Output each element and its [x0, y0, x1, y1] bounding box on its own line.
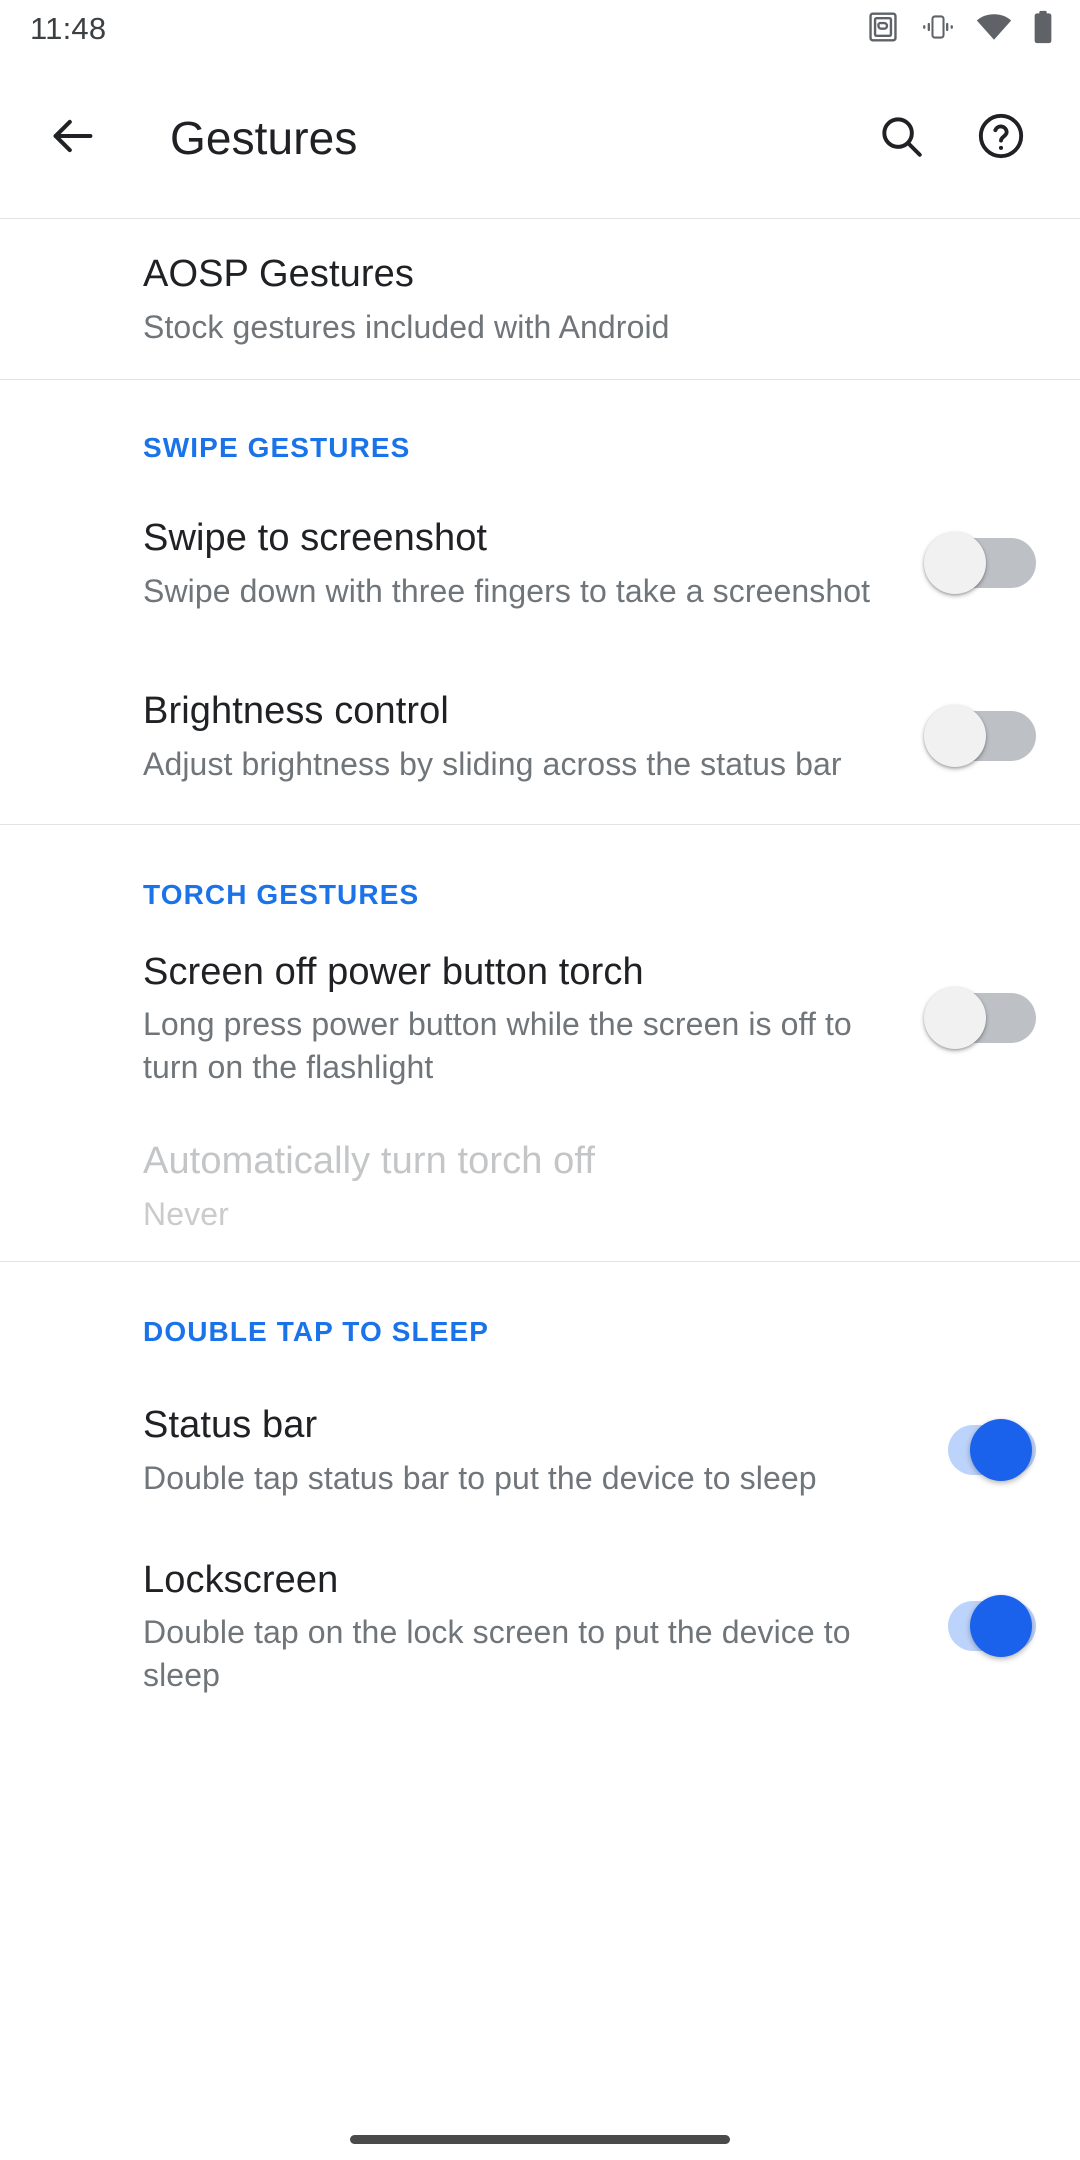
gesture-nav-handle[interactable]: [350, 2135, 730, 2144]
row-subtitle: Long press power button while the screen…: [143, 1006, 852, 1085]
list-item-status-bar[interactable]: Status bar Double tap status bar to put …: [0, 1362, 1080, 1538]
row-subtitle: Double tap on the lock screen to put the…: [143, 1614, 851, 1693]
toggle-lockscreen[interactable]: [924, 1589, 1044, 1663]
search-button[interactable]: [862, 99, 940, 177]
row-text: Screen off power button torch Long press…: [0, 948, 924, 1088]
toggle-thumb: [924, 987, 986, 1049]
row-subtitle: Never: [143, 1195, 229, 1232]
list-item-lockscreen[interactable]: Lockscreen Double tap on the lock screen…: [0, 1538, 1080, 1714]
toggle-thumb: [970, 1419, 1032, 1481]
row-text: Automatically turn torch off Never: [0, 1137, 1044, 1235]
toggle-thumb: [924, 532, 986, 594]
row-text: Lockscreen Double tap on the lock screen…: [0, 1556, 924, 1696]
list-item-screen-off-power-button-torch[interactable]: Screen off power button torch Long press…: [0, 925, 1080, 1111]
search-icon: [876, 111, 926, 166]
row-title: Screen off power button torch: [143, 951, 644, 994]
toggle-thumb: [970, 1595, 1032, 1657]
page-title: Gestures: [170, 112, 358, 164]
row-text: AOSP Gestures Stock gestures included wi…: [0, 250, 1044, 348]
back-button[interactable]: [36, 101, 110, 175]
row-title: Swipe to screenshot: [143, 517, 488, 560]
status-bar-icons: [866, 10, 1054, 49]
screenshot-icon: [866, 10, 900, 49]
list-item-aosp-gestures[interactable]: AOSP Gestures Stock gestures included wi…: [0, 219, 1080, 379]
help-button[interactable]: [962, 99, 1040, 177]
row-title: Brightness control: [143, 690, 449, 733]
settings-screen: 11:48 Gestures AOSP Gestures Stock gestu…: [0, 0, 1080, 2160]
row-subtitle: Stock gestures included with Android: [143, 308, 670, 345]
row-subtitle: Swipe down with three fingers to take a …: [143, 572, 871, 609]
row-text: Swipe to screenshot Swipe down with thre…: [0, 514, 924, 612]
wifi-icon: [976, 12, 1012, 47]
toggle-screen-off-power-button-torch[interactable]: [924, 981, 1044, 1055]
row-subtitle: Adjust brightness by sliding across the …: [143, 745, 842, 782]
back-arrow-icon: [47, 110, 99, 167]
section-header-torch-gestures: TORCH GESTURES: [143, 879, 420, 910]
toggle-brightness-control[interactable]: [924, 699, 1044, 773]
row-subtitle: Double tap status bar to put the device …: [143, 1459, 817, 1496]
vibrate-icon: [920, 12, 956, 47]
app-bar: Gestures: [0, 58, 1080, 218]
list-item-brightness-control[interactable]: Brightness control Adjust brightness by …: [0, 648, 1080, 824]
section-header-swipe-gestures: SWIPE GESTURES: [143, 432, 411, 463]
row-text: Status bar Double tap status bar to put …: [0, 1401, 924, 1499]
toggle-swipe-to-screenshot[interactable]: [924, 526, 1044, 600]
row-title: Status bar: [143, 1404, 318, 1447]
list-item-automatically-turn-torch-off: Automatically turn torch off Never: [0, 1111, 1080, 1261]
status-bar: 11:48: [0, 0, 1080, 58]
status-bar-clock: 11:48: [30, 11, 107, 46]
row-title: Lockscreen: [143, 1559, 339, 1602]
toggle-status-bar[interactable]: [924, 1413, 1044, 1487]
help-circle-icon: [975, 110, 1027, 167]
list-item-swipe-to-screenshot[interactable]: Swipe to screenshot Swipe down with thre…: [0, 478, 1080, 648]
row-title: Automatically turn torch off: [143, 1140, 595, 1183]
row-title: AOSP Gestures: [143, 253, 414, 296]
section-header-double-tap-to-sleep: DOUBLE TAP TO SLEEP: [143, 1316, 490, 1347]
settings-list: AOSP Gestures Stock gestures included wi…: [0, 219, 1080, 1714]
toggle-thumb: [924, 705, 986, 767]
row-text: Brightness control Adjust brightness by …: [0, 687, 924, 785]
battery-icon: [1032, 10, 1054, 49]
